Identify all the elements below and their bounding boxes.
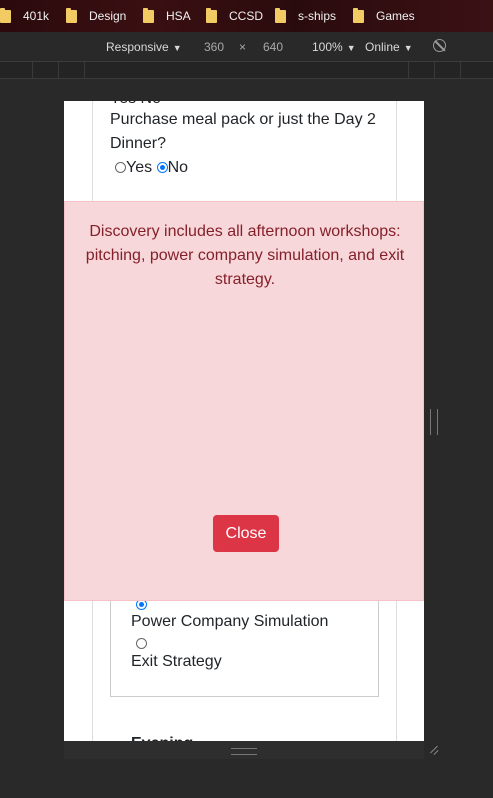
network-throttle-select[interactable]: Online ▼: [365, 40, 413, 54]
height-input[interactable]: 640: [263, 40, 283, 54]
bottom-resize-handle[interactable]: [64, 741, 424, 759]
bookmark-ccsd[interactable]: CCSD: [206, 0, 263, 32]
modal-message: Discovery includes all afternoon worksho…: [85, 223, 405, 288]
meal-options: Yes No: [115, 156, 188, 180]
rotate-disabled-icon[interactable]: [433, 39, 446, 52]
close-button[interactable]: Close: [213, 515, 279, 552]
bookmark-label: HSA: [166, 9, 191, 23]
bookmark-label: Design: [89, 9, 127, 23]
folder-icon: [0, 7, 11, 23]
yes-radio[interactable]: [115, 162, 126, 173]
device-select[interactable]: Responsive ▼: [106, 40, 182, 54]
width-input[interactable]: 360: [204, 40, 224, 54]
zoom-select[interactable]: 100% ▼: [312, 40, 356, 54]
caret-down-icon: ▼: [172, 43, 182, 53]
folder-icon: [353, 7, 364, 23]
device-viewport: Yes No Purchase meal pack or just the Da…: [64, 101, 424, 741]
folder-icon: [66, 7, 77, 23]
bookmark-design[interactable]: Design: [66, 0, 126, 32]
media-query-bar: [0, 62, 493, 79]
bookmark-label: CCSD: [229, 9, 264, 23]
exit-strategy-label: Exit Strategy: [131, 653, 222, 670]
bookmark-s-ships[interactable]: s-ships: [275, 0, 336, 32]
bookmarks-bar: 401k Design HSA CCSD s-ships Games: [0, 0, 493, 32]
meal-question: Purchase meal pack or just the Day 2 Din…: [110, 111, 376, 152]
device-toolbar: Responsive ▼ 360 × 640 100% ▼ Online ▼: [0, 32, 493, 62]
no-label: No: [167, 159, 189, 176]
bookmark-games[interactable]: Games: [353, 0, 415, 32]
corner-resize-icon[interactable]: [427, 744, 439, 756]
dimension-separator: ×: [239, 40, 247, 54]
folder-icon: [275, 7, 286, 23]
bookmark-label: 401k: [23, 9, 50, 23]
evening-heading: Evening: [131, 732, 193, 741]
caret-down-icon: ▼: [403, 43, 413, 53]
power-company-label: Power Company Simulation: [131, 613, 329, 630]
bookmark-label: Games: [376, 9, 415, 23]
bookmark-label: s-ships: [298, 9, 337, 23]
discovery-modal: Discovery includes all afternoon worksho…: [64, 201, 424, 601]
bookmark-401k[interactable]: 401k: [0, 0, 49, 32]
right-resize-handle[interactable]: [430, 409, 438, 435]
folder-icon: [143, 7, 154, 23]
exit-strategy-radio[interactable]: [136, 638, 147, 649]
folder-icon: [206, 7, 217, 23]
no-radio[interactable]: [156, 162, 168, 173]
caret-down-icon: ▼: [346, 43, 356, 53]
bookmark-hsa[interactable]: HSA: [143, 0, 191, 32]
yes-label: Yes: [126, 159, 153, 176]
